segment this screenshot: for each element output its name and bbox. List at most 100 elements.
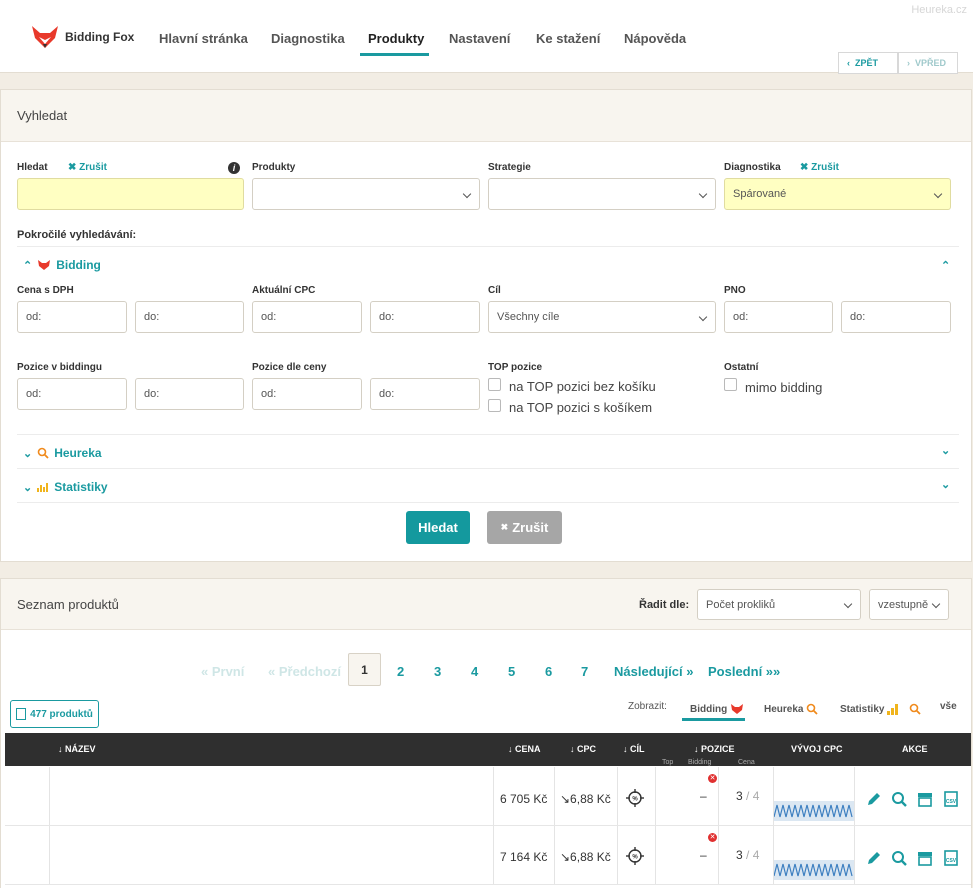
pozice-bidding-label: Pozice v biddingu [17,362,103,373]
shop-icon[interactable] [917,850,933,866]
divider [17,502,959,503]
nav-diagnostika[interactable]: Diagnostika [271,31,345,46]
search-icon[interactable] [891,850,907,866]
page-6[interactable]: 6 [545,664,552,679]
page-first[interactable]: « První [201,664,244,679]
table-row[interactable]: 6 705 Kč ↘6,88 Kč % ✕ – 3 / 4 CSV [5,767,971,826]
advanced-label: Pokročilé vyhledávání: [17,229,137,241]
back-button[interactable]: ‹ ZPĚT [838,52,898,74]
top-header: Heureka.cz Bidding Fox Hlavní stránka Di… [0,0,973,74]
product-count-button[interactable]: 477 produktů [10,700,99,728]
edit-icon[interactable] [866,850,882,866]
cpc-do-input[interactable]: do: [370,301,480,333]
chevron-up-icon[interactable]: ⌃ [941,259,950,272]
cena-do-input[interactable]: do: [135,301,244,333]
heureka-icon [807,703,819,715]
mimo-bidding-checkbox[interactable] [724,378,737,391]
page-3[interactable]: 3 [434,664,441,679]
diagnostika-clear[interactable]: ✖ Zrušit [800,162,839,173]
search-icon[interactable] [891,791,907,807]
row-bidding-pos: – [700,789,707,803]
page-prev[interactable]: « Předchozí [268,664,341,679]
page-2[interactable]: 2 [397,664,404,679]
chevron-up-icon: ⌃ [23,259,33,272]
heureka-section-toggle[interactable]: ⌄ Heureka [23,446,102,460]
svg-text:%: % [632,797,638,803]
row-cena: 7 164 Kč [500,850,548,864]
page-7[interactable]: 7 [581,664,588,679]
page-last[interactable]: Poslední »» [708,664,780,679]
col-nazev[interactable]: ↓ NÁZEV [58,744,96,754]
nav-home[interactable]: Hlavní stránka [159,31,248,46]
csv-icon[interactable]: CSV [943,791,959,807]
sort-select[interactable]: Počet prokliků [697,589,861,620]
search-submit-button[interactable]: Hledat [406,511,470,544]
hledat-clear[interactable]: ✖ Zrušit [68,162,107,173]
view-statistiky[interactable]: Statistiky [840,703,922,715]
view-heureka[interactable]: Heureka [764,703,819,715]
top-s-kosikem-checkbox[interactable] [488,399,501,412]
show-label: Zobrazit: [628,701,667,712]
svg-text:CSV: CSV [946,858,957,864]
cpc-sparkline [774,801,854,821]
forward-button[interactable]: › VPŘED [898,52,958,74]
nav-nastaveni[interactable]: Nastavení [449,31,510,46]
bar-chart-icon [887,704,899,715]
bidding-section-toggle[interactable]: ⌃ Bidding [23,258,101,272]
cpc-label: Aktuální CPC [252,285,316,296]
heureka-link[interactable]: Heureka.cz [911,4,967,16]
col-cpc[interactable]: ↓ CPC [570,744,596,754]
info-icon[interactable]: i [228,162,240,174]
nav-napoveda[interactable]: Nápověda [624,31,686,46]
page-4[interactable]: 4 [471,664,478,679]
col-cil[interactable]: ↓ CÍL [623,744,645,754]
view-bidding[interactable]: Bidding [690,703,744,715]
cil-select[interactable]: Všechny cíle [488,301,716,333]
edit-icon[interactable] [866,791,882,807]
produkty-select[interactable] [252,178,480,210]
pno-do-input[interactable]: do: [841,301,951,333]
search-cancel-button[interactable]: ✖ Zrušit [487,511,562,544]
page-next[interactable]: Následující » [614,664,693,679]
page-current[interactable]: 1 [348,653,381,686]
top-bez-kosiku-checkbox[interactable] [488,378,501,391]
pozice-ceny-do-input[interactable]: do: [370,378,480,410]
col-cena[interactable]: ↓ CENA [508,744,541,754]
csv-icon[interactable]: CSV [943,850,959,866]
row-cpc: ↘6,88 Kč [560,850,611,864]
target-icon[interactable]: % [625,788,645,808]
pozice-ceny-label: Pozice dle ceny [252,362,327,373]
nav-ke-stazeni[interactable]: Ke stažení [536,31,600,46]
pno-od-input[interactable]: od: [724,301,833,333]
cpc-od-input[interactable]: od: [252,301,362,333]
strategie-select[interactable] [488,178,716,210]
col-pozice[interactable]: ↓ POZICE [694,744,735,754]
pozice-bidding-od-input[interactable]: od: [17,378,127,410]
cena-label: Cena s DPH [17,285,74,296]
nav-active-indicator [360,53,429,56]
divider [17,468,959,469]
statistiky-section-toggle[interactable]: ⌄ Statistiky [23,480,108,494]
fox-icon [731,704,744,714]
target-icon[interactable]: % [625,846,645,866]
chevron-down-icon[interactable]: ⌄ [941,478,950,491]
order-select[interactable]: vzestupně [869,589,949,620]
bar-chart-icon [37,483,49,492]
hledat-input[interactable] [17,178,244,210]
cena-od-input[interactable]: od: [17,301,127,333]
table-row[interactable]: 7 164 Kč ↘6,88 Kč % ✕ – 3 / 4 CSV [5,826,971,885]
col-bidding: Bidding [688,759,712,766]
view-all[interactable]: vše [940,701,957,712]
diagnostika-select[interactable]: Spárované [724,178,951,210]
shop-icon[interactable] [917,791,933,807]
chevron-down-icon[interactable]: ⌄ [941,444,950,457]
list-title: Seznam produktů [17,596,119,612]
search-title: Vyhledat [17,108,68,123]
chevron-down-icon: ⌄ [23,481,33,494]
nav-produkty[interactable]: Produkty [368,31,424,46]
logo[interactable]: Bidding Fox [30,24,134,50]
pozice-bidding-do-input[interactable]: do: [135,378,244,410]
page-5[interactable]: 5 [508,664,515,679]
pozice-ceny-od-input[interactable]: od: [252,378,362,410]
row-cpc: ↘6,88 Kč [560,792,611,806]
